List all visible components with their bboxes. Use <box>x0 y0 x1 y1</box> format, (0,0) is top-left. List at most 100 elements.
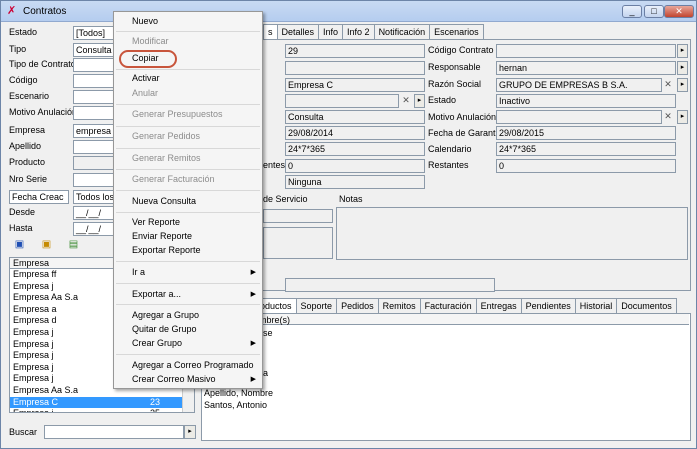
tipo-contrato-input[interactable] <box>73 58 115 72</box>
minimize-button[interactable]: _ <box>622 5 642 18</box>
codigo-label: Código <box>9 75 38 85</box>
empresa-input[interactable]: empresa <box>73 124 115 138</box>
contrato-numero-field: 29 <box>285 44 425 58</box>
submenu-arrow-icon: ▶ <box>250 269 256 276</box>
tab-bottom-3[interactable]: Remitos <box>377 298 421 313</box>
motivo-arrow[interactable]: ▸ <box>677 110 688 124</box>
menu-agregar-grupo[interactable]: Agregar a Grupo <box>132 310 199 320</box>
close-button[interactable]: ✕ <box>664 5 694 18</box>
tab-top-5[interactable]: Escenarios <box>429 24 484 39</box>
menu-separator <box>116 126 260 127</box>
calendario-field: 24*7*365 <box>496 142 676 156</box>
menu-separator <box>116 304 260 305</box>
codigo-contrato-label: Código Contrato <box>428 45 494 55</box>
notas-field[interactable] <box>336 207 688 260</box>
tab-top-4[interactable]: Notificación <box>373 24 431 39</box>
maximize-button[interactable]: □ <box>644 5 664 18</box>
fecha-garantia-field: 29/08/2015 <box>496 126 676 140</box>
producto-input[interactable] <box>73 156 115 170</box>
buscar-input[interactable] <box>44 425 184 439</box>
list-item[interactable]: Empresa j25 <box>10 408 194 412</box>
detail-ninguna-field: Ninguna <box>285 175 425 189</box>
desde-input[interactable]: __/__/ <box>73 206 115 220</box>
menu-separator <box>116 212 260 213</box>
calendario-label: Calendario <box>428 144 472 154</box>
tab-bottom-6[interactable]: Pendientes <box>520 298 576 313</box>
codigo-contrato-arrow[interactable]: ▸ <box>677 44 688 58</box>
tab-top-2[interactable]: Info <box>318 24 344 39</box>
tab-top-0[interactable]: s <box>263 24 278 39</box>
submenu-arrow-icon: ▶ <box>250 340 256 347</box>
menu-generar-facturacion[interactable]: Generar Facturación <box>132 174 215 184</box>
razon-clear-icon[interactable]: ✕ <box>662 78 674 92</box>
estado-select[interactable]: [Todos] <box>73 26 115 40</box>
tab-bottom-5[interactable]: Entregas <box>475 298 522 313</box>
producto-label: Producto <box>9 157 46 167</box>
nro-serie-input[interactable] <box>73 173 115 187</box>
hasta-label: Hasta <box>9 223 33 233</box>
menu-agregar-correo[interactable]: Agregar a Correo Programado <box>132 360 254 370</box>
menu-generar-remitos[interactable]: Generar Remitos <box>132 153 201 163</box>
tab-top-3[interactable]: Info 2 <box>342 24 375 39</box>
menu-exportar-reporte[interactable]: Exportar Reporte <box>132 245 201 255</box>
tab-bottom-4[interactable]: Facturación <box>419 298 477 313</box>
detail-restantes-field: 0 <box>285 159 425 173</box>
tab-bottom-8[interactable]: Documentos <box>616 298 677 313</box>
apellido-input[interactable] <box>73 140 115 154</box>
menu-anular[interactable]: Anular <box>132 88 158 98</box>
clear-icon[interactable]: ✕ <box>400 94 412 108</box>
menu-crear-correo[interactable]: Crear Correo Masivo <box>132 374 216 384</box>
menu-enviar-reporte[interactable]: Enviar Reporte <box>132 231 192 241</box>
menu-separator <box>116 148 260 149</box>
menu-separator <box>116 31 260 32</box>
razon-social-field: GRUPO DE EMPRESAS B S.A. <box>496 78 662 92</box>
razon-social-arrow[interactable]: ▸ <box>677 78 688 92</box>
menu-ir-a[interactable]: Ir a <box>132 267 145 277</box>
menu-ver-reporte[interactable]: Ver Reporte <box>132 217 180 227</box>
tab-bottom-1[interactable]: Soporte <box>295 298 338 313</box>
detail-horario-field: 24*7*365 <box>285 142 425 156</box>
responsable-arrow[interactable]: ▸ <box>677 61 688 75</box>
menu-modificar[interactable]: Modificar <box>132 36 169 46</box>
detail-fecha-field: 29/08/2014 <box>285 126 425 140</box>
list-item-name: Empresa C <box>13 396 59 407</box>
tab-top-1[interactable]: Detalles <box>276 24 320 39</box>
menu-crear-grupo[interactable]: Crear Grupo <box>132 338 182 348</box>
escenario-input[interactable] <box>73 90 115 104</box>
field-4-arrow-button[interactable]: ▸ <box>414 94 425 108</box>
menu-quitar-grupo[interactable]: Quitar de Grupo <box>132 324 197 334</box>
bottom-header-nombres[interactable]: mbre(s) <box>259 315 290 325</box>
menu-separator <box>116 69 260 70</box>
tab-bottom-2[interactable]: Pedidos <box>336 298 379 313</box>
codigo-input[interactable] <box>73 74 115 88</box>
bottom-panel <box>201 313 691 441</box>
bottom-row-apellido: Apellido, Nombre <box>204 388 274 398</box>
menu-activar[interactable]: Activar <box>132 73 160 83</box>
motivo-clear-icon[interactable]: ✕ <box>662 110 674 124</box>
menu-copiar[interactable]: Copiar <box>132 53 159 63</box>
motivo-detail-label: Motivo Anulación <box>428 112 497 122</box>
servicio-area <box>263 227 333 259</box>
menu-nueva-consulta[interactable]: Nueva Consulta <box>132 196 196 206</box>
list-item[interactable]: Empresa C 23 <box>10 396 194 409</box>
codigo-contrato-field <box>496 44 676 58</box>
hasta-input[interactable]: __/__/ <box>73 222 115 236</box>
fecha-range-select[interactable]: Todos los <box>73 190 115 204</box>
tipo-select[interactable]: Consulta <box>73 43 115 57</box>
escenario-label: Escenario <box>9 91 50 101</box>
restantes-label-left: entes <box>263 160 286 170</box>
menu-nuevo[interactable]: Nuevo <box>132 16 158 26</box>
bottom-row-a: a <box>263 368 269 378</box>
save-icon[interactable]: ▣ <box>11 237 28 253</box>
save-as-icon[interactable]: ▣ <box>38 237 55 253</box>
open-folder-icon[interactable]: ▤ <box>65 237 82 253</box>
tab-bottom-7[interactable]: Historial <box>574 298 618 313</box>
buscar-go-button[interactable]: ▸ <box>184 425 196 439</box>
menu-exportar-a[interactable]: Exportar a... <box>132 289 181 299</box>
menu-generar-presupuestos[interactable]: Generar Presupuestos <box>132 109 223 119</box>
fecha-type-select[interactable]: Fecha Creac <box>9 190 69 204</box>
motivo-detail-field <box>496 110 662 124</box>
bottom-row-first: se <box>263 328 273 338</box>
menu-generar-pedidos[interactable]: Generar Pedidos <box>132 131 200 141</box>
motivo-anulacion-input[interactable] <box>73 106 115 120</box>
